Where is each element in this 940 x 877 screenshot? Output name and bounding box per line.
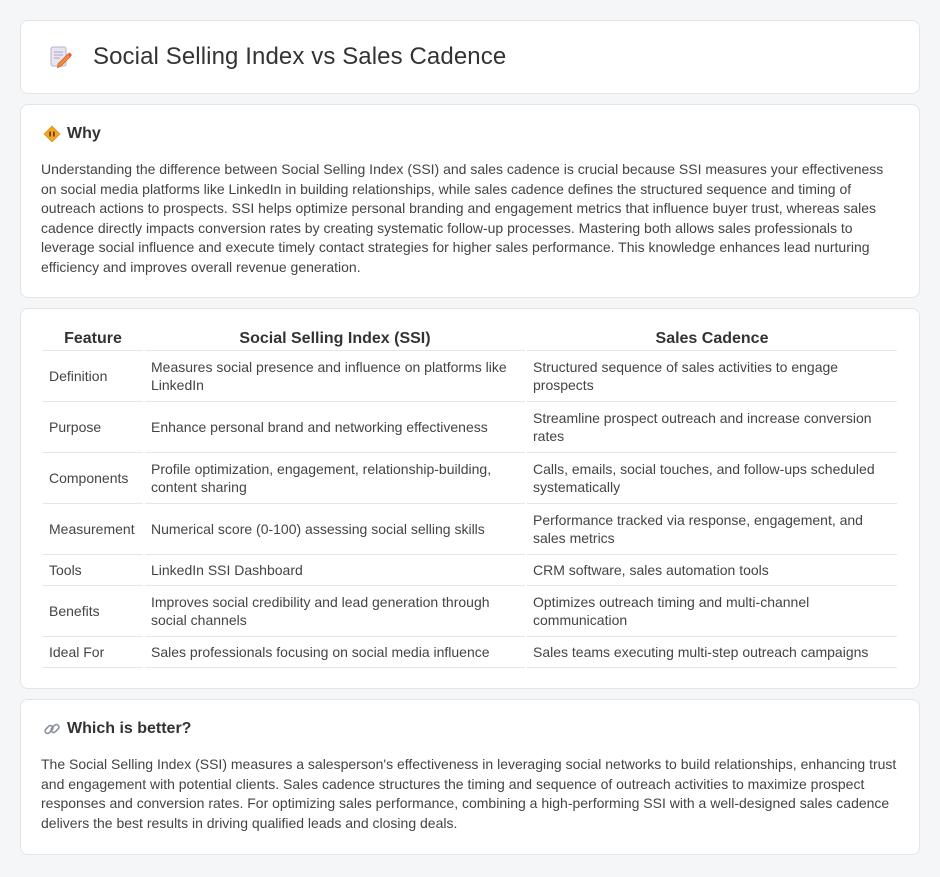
row-ssi: Measures social presence and influence o…: [145, 351, 525, 402]
diamond-sign-icon: [43, 125, 61, 143]
table-row: Tools LinkedIn SSI Dashboard CRM softwar…: [43, 555, 897, 586]
header-ssi: Social Selling Index (SSI): [145, 323, 525, 351]
table-row: Benefits Improves social credibility and…: [43, 586, 897, 637]
why-title: Why: [67, 125, 101, 142]
row-ssi: Enhance personal brand and networking ef…: [145, 402, 525, 453]
table-row: Ideal For Sales professionals focusing o…: [43, 637, 897, 668]
row-feature: Components: [43, 453, 143, 504]
table-row: Components Profile optimization, engagem…: [43, 453, 897, 504]
row-ssi: Improves social credibility and lead gen…: [145, 586, 525, 637]
which-heading: Which is better?: [41, 720, 899, 738]
row-feature: Benefits: [43, 586, 143, 637]
row-cadence: Optimizes outreach timing and multi-chan…: [527, 586, 897, 637]
table-row: Measurement Numerical score (0-100) asse…: [43, 504, 897, 555]
row-ssi: Numerical score (0-100) assessing social…: [145, 504, 525, 555]
row-cadence: Streamline prospect outreach and increas…: [527, 402, 897, 453]
row-ssi: Sales professionals focusing on social m…: [145, 637, 525, 668]
table-row: Purpose Enhance personal brand and netwo…: [43, 402, 897, 453]
page-title: Social Selling Index vs Sales Cadence: [93, 43, 507, 70]
row-feature: Measurement: [43, 504, 143, 555]
which-section: Which is better? The Social Selling Inde…: [20, 699, 920, 855]
which-title: Which is better?: [67, 720, 192, 737]
row-ssi: Profile optimization, engagement, relati…: [145, 453, 525, 504]
row-feature: Definition: [43, 351, 143, 402]
which-paragraph: The Social Selling Index (SSI) measures …: [41, 756, 897, 831]
header-feature: Feature: [43, 323, 143, 351]
row-feature: Ideal For: [43, 637, 143, 668]
table-header-row: Feature Social Selling Index (SSI) Sales…: [43, 323, 897, 351]
comparison-table: Feature Social Selling Index (SSI) Sales…: [41, 323, 899, 668]
row-cadence: Sales teams executing multi-step outreac…: [527, 637, 897, 668]
row-ssi: LinkedIn SSI Dashboard: [145, 555, 525, 586]
row-cadence: CRM software, sales automation tools: [527, 555, 897, 586]
document-pencil-icon: [47, 44, 73, 70]
link-icon: [43, 720, 61, 738]
row-feature: Tools: [43, 555, 143, 586]
header-card: Social Selling Index vs Sales Cadence: [20, 20, 920, 94]
header-sales-cadence: Sales Cadence: [527, 323, 897, 351]
why-paragraph: Understanding the difference between Soc…: [41, 161, 884, 275]
row-feature: Purpose: [43, 402, 143, 453]
comparison-card: Feature Social Selling Index (SSI) Sales…: [20, 308, 920, 689]
row-cadence: Structured sequence of sales activities …: [527, 351, 897, 402]
row-cadence: Performance tracked via response, engage…: [527, 504, 897, 555]
why-heading: Why: [41, 125, 899, 143]
row-cadence: Calls, emails, social touches, and follo…: [527, 453, 897, 504]
table-row: Definition Measures social presence and …: [43, 351, 897, 402]
why-section: Why Understanding the difference between…: [20, 104, 920, 298]
